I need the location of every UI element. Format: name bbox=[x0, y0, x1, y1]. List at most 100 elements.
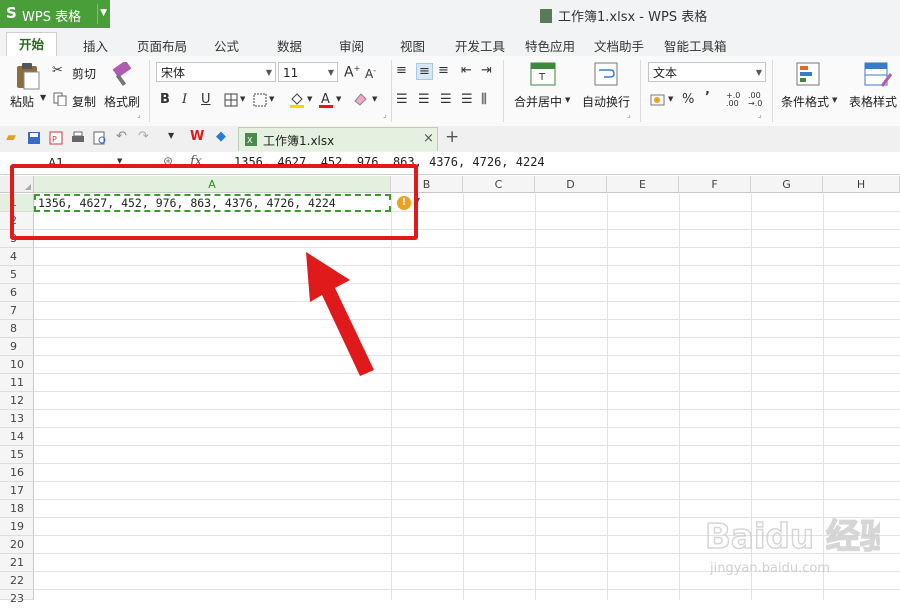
font-color-icon[interactable]: A bbox=[318, 91, 334, 109]
tab-review[interactable]: 审阅 bbox=[339, 36, 364, 55]
chevron-down-icon[interactable]: ▼ bbox=[40, 93, 46, 102]
row-header[interactable]: 7 bbox=[0, 302, 34, 320]
row-header[interactable]: 12 bbox=[0, 392, 34, 410]
row-header[interactable]: 21 bbox=[0, 554, 34, 572]
dialog-launcher-icon[interactable]: ⌟ bbox=[137, 110, 141, 119]
align-middle-icon[interactable]: ≡ bbox=[416, 63, 433, 80]
chevron-down-icon[interactable]: ▼ bbox=[307, 95, 312, 103]
redo-icon[interactable]: ↷ bbox=[138, 129, 149, 144]
row-header[interactable]: 11 bbox=[0, 374, 34, 392]
chevron-down-icon[interactable]: ▼ bbox=[269, 95, 274, 103]
app-menu-button[interactable]: S WPS 表格 ▼ bbox=[0, 0, 110, 28]
tab-developer[interactable]: 开发工具 bbox=[455, 36, 505, 55]
copy-button[interactable]: 复制 bbox=[72, 93, 96, 110]
export-pdf-icon[interactable]: P bbox=[49, 131, 63, 145]
chevron-down-icon[interactable]: ▼ bbox=[240, 95, 245, 103]
font-name-select[interactable]: 宋体 ▼ bbox=[156, 62, 276, 82]
chevron-down-icon[interactable]: ▼ bbox=[100, 8, 107, 18]
wrap-text-button[interactable]: 自动换行 bbox=[582, 93, 630, 110]
merge-center-icon[interactable]: T bbox=[530, 62, 556, 86]
font-size-select[interactable]: 11 ▼ bbox=[278, 62, 338, 82]
row-header[interactable]: 6 bbox=[0, 284, 34, 302]
dialog-launcher-icon[interactable]: ⌟ bbox=[383, 110, 387, 119]
cut-button[interactable]: 剪切 bbox=[72, 65, 96, 82]
distributed-icon[interactable]: ⫼ bbox=[481, 92, 487, 107]
decrease-font-icon[interactable]: A- bbox=[365, 66, 376, 81]
thousands-separator-button[interactable]: ’ bbox=[705, 90, 710, 105]
fill-color-icon[interactable] bbox=[289, 91, 305, 109]
decrease-indent-icon[interactable]: ⇤ bbox=[461, 63, 472, 78]
column-header-g[interactable]: G bbox=[751, 176, 823, 193]
open-folder-icon[interactable]: ▰ bbox=[6, 130, 16, 145]
document-tab[interactable]: X 工作簿1.xlsx × bbox=[238, 127, 438, 151]
bold-button[interactable]: B bbox=[160, 92, 170, 107]
row-header[interactable]: 8 bbox=[0, 320, 34, 338]
tab-formulas[interactable]: 公式 bbox=[214, 36, 239, 55]
row-header[interactable]: 22 bbox=[0, 572, 34, 590]
row-header[interactable]: 20 bbox=[0, 536, 34, 554]
cell-pattern-icon[interactable] bbox=[253, 93, 267, 107]
row-header[interactable]: 19 bbox=[0, 518, 34, 536]
close-icon[interactable]: × bbox=[423, 131, 434, 146]
row-header[interactable]: 16 bbox=[0, 464, 34, 482]
tab-view[interactable]: 视图 bbox=[400, 36, 425, 55]
new-tab-icon[interactable]: + bbox=[445, 127, 459, 147]
column-header-d[interactable]: D bbox=[535, 176, 607, 193]
paste-button[interactable]: 粘贴 bbox=[10, 93, 34, 110]
column-header-c[interactable]: C bbox=[463, 176, 535, 193]
save-icon[interactable] bbox=[27, 131, 41, 145]
column-header-e[interactable]: E bbox=[607, 176, 679, 193]
conditional-format-button[interactable]: 条件格式 bbox=[781, 93, 829, 110]
align-left-icon[interactable]: ☰ bbox=[396, 92, 408, 107]
dialog-launcher-icon[interactable]: ⌟ bbox=[758, 110, 762, 119]
chevron-down-icon[interactable]: ▼ bbox=[168, 131, 174, 140]
row-header[interactable]: 13 bbox=[0, 410, 34, 428]
tab-page-layout[interactable]: 页面布局 bbox=[137, 36, 187, 55]
underline-button[interactable]: U bbox=[201, 92, 211, 107]
clear-format-icon[interactable] bbox=[352, 91, 368, 107]
align-center-icon[interactable]: ☰ bbox=[418, 92, 430, 107]
dialog-launcher-icon[interactable]: ⌟ bbox=[627, 110, 631, 119]
increase-indent-icon[interactable]: ⇥ bbox=[481, 63, 492, 78]
percent-button[interactable]: % bbox=[682, 92, 694, 107]
print-preview-icon[interactable] bbox=[93, 131, 107, 145]
print-icon[interactable] bbox=[71, 131, 85, 145]
tab-special[interactable]: 特色应用 bbox=[525, 36, 575, 55]
table-style-button[interactable]: 表格样式 bbox=[849, 93, 897, 110]
format-painter-icon[interactable] bbox=[110, 62, 134, 88]
chevron-down-icon[interactable]: ▼ bbox=[372, 95, 377, 103]
row-header[interactable]: 10 bbox=[0, 356, 34, 374]
table-style-icon[interactable] bbox=[864, 62, 892, 88]
wrap-text-icon[interactable] bbox=[594, 62, 618, 86]
column-header-h[interactable]: H bbox=[823, 176, 900, 193]
column-header-f[interactable]: F bbox=[679, 176, 751, 193]
format-painter-button[interactable]: 格式刷 bbox=[104, 93, 140, 110]
chevron-down-icon[interactable]: ▼ bbox=[336, 95, 341, 103]
conditional-format-icon[interactable] bbox=[796, 62, 822, 88]
align-right-icon[interactable]: ☰ bbox=[440, 92, 452, 107]
justify-icon[interactable]: ☰ bbox=[461, 92, 473, 107]
tab-data[interactable]: 数据 bbox=[277, 36, 302, 55]
increase-font-icon[interactable]: A+ bbox=[344, 64, 360, 81]
undo-icon[interactable]: ↶ bbox=[116, 129, 127, 144]
row-header[interactable]: 5 bbox=[0, 266, 34, 284]
increase-decimal-button[interactable]: +.0 .00 bbox=[726, 92, 740, 108]
cube-icon[interactable]: ◆ bbox=[216, 129, 226, 144]
wps-cloud-icon[interactable]: W bbox=[190, 129, 204, 144]
tab-smart-toolbox[interactable]: 智能工具箱 bbox=[664, 36, 727, 55]
chevron-down-icon[interactable]: ▼ bbox=[832, 96, 837, 104]
tab-insert[interactable]: 插入 bbox=[83, 36, 108, 55]
currency-format-icon[interactable] bbox=[650, 92, 666, 108]
italic-button[interactable]: I bbox=[182, 92, 187, 107]
row-header[interactable]: 4 bbox=[0, 248, 34, 266]
paste-icon[interactable] bbox=[14, 62, 42, 90]
tab-doc-assistant[interactable]: 文档助手 bbox=[594, 36, 644, 55]
align-top-icon[interactable]: ≡ bbox=[396, 63, 407, 78]
number-format-select[interactable]: 文本 ▼ bbox=[648, 62, 766, 82]
chevron-down-icon[interactable]: ▼ bbox=[668, 95, 673, 103]
decrease-decimal-button[interactable]: .00 →.0 bbox=[748, 92, 762, 108]
row-header[interactable]: 9 bbox=[0, 338, 34, 356]
row-header[interactable]: 15 bbox=[0, 446, 34, 464]
row-header[interactable]: 14 bbox=[0, 428, 34, 446]
merge-center-button[interactable]: 合并居中 bbox=[514, 93, 562, 110]
